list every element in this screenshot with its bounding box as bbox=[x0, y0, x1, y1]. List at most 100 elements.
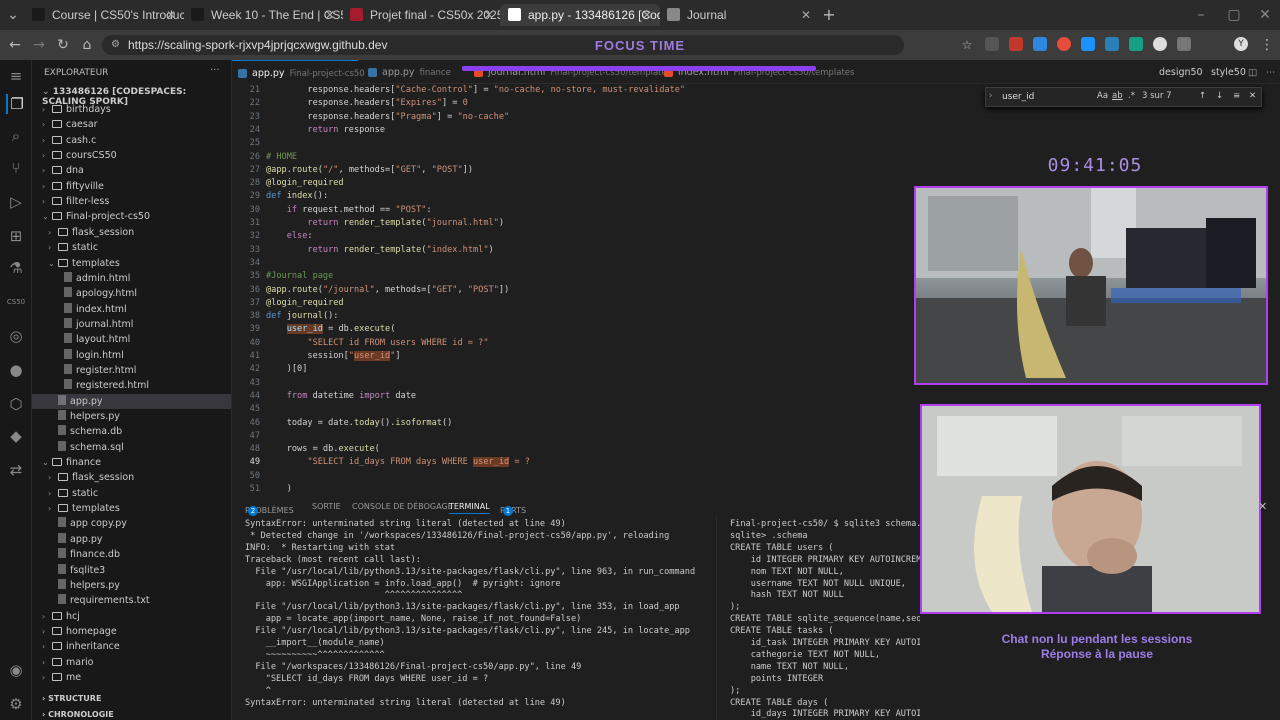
run-debug-icon[interactable]: ▷ bbox=[6, 192, 26, 212]
close-tab-icon[interactable]: ✕ bbox=[325, 4, 335, 26]
tree-folder[interactable]: › flask_session bbox=[32, 470, 231, 485]
tree-folder[interactable]: › hcj bbox=[32, 609, 231, 624]
previous-match-arrow-icon[interactable]: ↑ bbox=[1199, 91, 1206, 101]
tree-file[interactable]: registered.html bbox=[32, 378, 231, 393]
tree-file[interactable]: admin.html bbox=[32, 271, 231, 286]
extension-icon[interactable] bbox=[1129, 37, 1143, 51]
tree-file[interactable]: schema.db bbox=[32, 424, 231, 439]
reload-icon[interactable]: ↻ bbox=[54, 36, 72, 54]
cs50-icon[interactable]: CS50 bbox=[6, 292, 26, 312]
tree-folder[interactable]: › mario bbox=[32, 655, 231, 670]
next-match-arrow-icon[interactable]: ↓ bbox=[1216, 91, 1223, 101]
editor-tab[interactable]: app.py Final-project-cs50 bbox=[232, 60, 365, 84]
container-icon[interactable]: ⬡ bbox=[6, 394, 26, 414]
close-tab-icon[interactable]: ✕ bbox=[801, 4, 811, 26]
terminal-left[interactable]: SyntaxError: unterminated string literal… bbox=[232, 516, 714, 720]
extension-icon[interactable] bbox=[1057, 37, 1071, 51]
extensions-icon[interactable]: ⊞ bbox=[6, 226, 26, 246]
tree-file[interactable]: finance.db bbox=[32, 547, 231, 562]
tree-folder[interactable]: › birthdays bbox=[32, 102, 231, 117]
tree-file[interactable]: apology.html bbox=[32, 286, 231, 301]
more-editor-actions-icon[interactable]: ⋯ bbox=[1266, 60, 1276, 84]
tree-file[interactable]: register.html bbox=[32, 363, 231, 378]
tree-folder[interactable]: › coursCS50 bbox=[32, 148, 231, 163]
tree-file[interactable]: layout.html bbox=[32, 332, 231, 347]
extension-icon[interactable] bbox=[1081, 37, 1095, 51]
browser-tab[interactable]: Projet final - CS50x 2025 ✕ bbox=[342, 4, 502, 26]
close-tab-icon[interactable]: ✕ bbox=[166, 4, 176, 26]
maximize-icon[interactable]: ▢ bbox=[1225, 6, 1243, 24]
account-icon[interactable]: ◉ bbox=[6, 660, 26, 680]
tree-folder[interactable]: › fiftyville bbox=[32, 179, 231, 194]
tree-file[interactable]: helpers.py bbox=[32, 409, 231, 424]
close-panel-icon[interactable]: ✕ bbox=[1258, 500, 1267, 513]
extension-icon[interactable] bbox=[1033, 37, 1047, 51]
tab-debug-console[interactable]: CONSOLE DE DÉBOGAGE bbox=[352, 502, 453, 511]
tree-file[interactable]: requirements.txt bbox=[32, 593, 231, 608]
style50-label[interactable]: style50 bbox=[1211, 60, 1246, 84]
browser-tab[interactable]: app.py - 133486126 [Codespac✕ bbox=[500, 4, 660, 26]
settings-gear-icon[interactable]: ⚙ bbox=[6, 694, 26, 714]
bookmark-star-icon[interactable]: ☆ bbox=[958, 36, 976, 54]
tree-file[interactable]: index.html bbox=[32, 302, 231, 317]
tree-folder[interactable]: › me bbox=[32, 670, 231, 685]
close-tab-icon[interactable]: ✕ bbox=[642, 4, 652, 26]
more-actions-icon[interactable]: ··· bbox=[210, 65, 220, 76]
tree-folder[interactable]: › dna bbox=[32, 163, 231, 178]
extension-icon[interactable] bbox=[1105, 37, 1119, 51]
terminal-right[interactable]: Final-project-cs50/ $ sqlite3 schema. sql… bbox=[716, 516, 920, 720]
ducky-icon[interactable]: ◎ bbox=[6, 326, 26, 346]
github-icon[interactable]: ● bbox=[6, 360, 26, 380]
tree-folder[interactable]: ⌄ Final-project-cs50 bbox=[32, 209, 231, 224]
extension-icon[interactable] bbox=[1009, 37, 1023, 51]
browser-tab[interactable]: Week 10 - The End | CS50x 202✕ bbox=[183, 4, 343, 26]
tree-file[interactable]: login.html bbox=[32, 348, 231, 363]
close-find-icon[interactable]: ✕ bbox=[1249, 91, 1256, 101]
menu-icon[interactable]: ≡ bbox=[6, 66, 26, 86]
close-window-icon[interactable]: ✕ bbox=[1256, 6, 1274, 24]
close-tab-icon[interactable]: ✕ bbox=[484, 4, 494, 26]
extension-icon[interactable] bbox=[985, 37, 999, 51]
search-icon[interactable]: ⌕ bbox=[6, 126, 26, 146]
design50-label[interactable]: design50 bbox=[1159, 60, 1203, 84]
tree-file[interactable]: app.py bbox=[32, 393, 231, 409]
tree-file[interactable]: app.py bbox=[32, 532, 231, 547]
tree-folder[interactable]: › static bbox=[32, 486, 231, 501]
tab-terminal[interactable]: TERMINAL bbox=[449, 502, 490, 514]
tree-folder[interactable]: › filter-less bbox=[32, 194, 231, 209]
tab-list-chevron-icon[interactable]: ⌄ bbox=[4, 6, 22, 24]
tree-folder[interactable]: › inheritance bbox=[32, 639, 231, 654]
tree-folder[interactable]: › static bbox=[32, 240, 231, 255]
tree-folder[interactable]: ⌄ templates bbox=[32, 256, 231, 271]
tree-file[interactable]: fsqlite3 bbox=[32, 563, 231, 578]
tree-folder[interactable]: › cash.c bbox=[32, 133, 231, 148]
python-icon[interactable]: ◆ bbox=[6, 426, 26, 446]
tree-file[interactable]: app copy.py bbox=[32, 516, 231, 531]
minimize-icon[interactable]: – bbox=[1192, 6, 1210, 24]
tree-file[interactable]: schema.sql bbox=[32, 440, 231, 455]
explorer-files-icon[interactable]: ❐ bbox=[6, 94, 26, 114]
find-in-selection-icon[interactable]: ≡ bbox=[1233, 91, 1240, 101]
site-info-icon[interactable]: ⚙ bbox=[111, 35, 120, 55]
editor-tab[interactable]: journal.html Final-project-cs50/templates bbox=[468, 60, 671, 84]
regex-toggle[interactable]: .* bbox=[1128, 91, 1135, 101]
tree-folder[interactable]: › flask_session bbox=[32, 225, 231, 240]
extension-icon[interactable] bbox=[1153, 37, 1167, 51]
browser-tab[interactable]: Journal ✕ bbox=[659, 4, 819, 26]
browser-tab[interactable]: Course | CS50's Introduction to✕ bbox=[24, 4, 184, 26]
source-control-icon[interactable]: ⑂ bbox=[6, 158, 26, 178]
split-editor-icon[interactable]: ◫ bbox=[1248, 60, 1257, 84]
browser-menu-icon[interactable]: ⋮ bbox=[1258, 36, 1276, 54]
whole-word-toggle[interactable]: ab bbox=[1112, 91, 1123, 101]
home-icon[interactable]: ⌂ bbox=[78, 36, 96, 54]
tree-folder[interactable]: ⌄ finance bbox=[32, 455, 231, 470]
new-tab-plus-icon[interactable]: + bbox=[820, 6, 838, 24]
code-editor[interactable]: 21 response.headers["Cache-Control"] = "… bbox=[232, 84, 920, 494]
tree-folder[interactable]: › homepage bbox=[32, 624, 231, 639]
toggle-replace-chevron-icon[interactable]: › bbox=[989, 91, 992, 101]
back-arrow-icon[interactable]: ← bbox=[6, 36, 24, 54]
profile-avatar[interactable]: Y bbox=[1234, 37, 1248, 51]
editor-tab[interactable]: index.html Final-project-cs50/templates bbox=[658, 60, 854, 84]
testing-flask-icon[interactable]: ⚗ bbox=[6, 258, 26, 278]
match-case-toggle[interactable]: Aa bbox=[1097, 91, 1108, 101]
